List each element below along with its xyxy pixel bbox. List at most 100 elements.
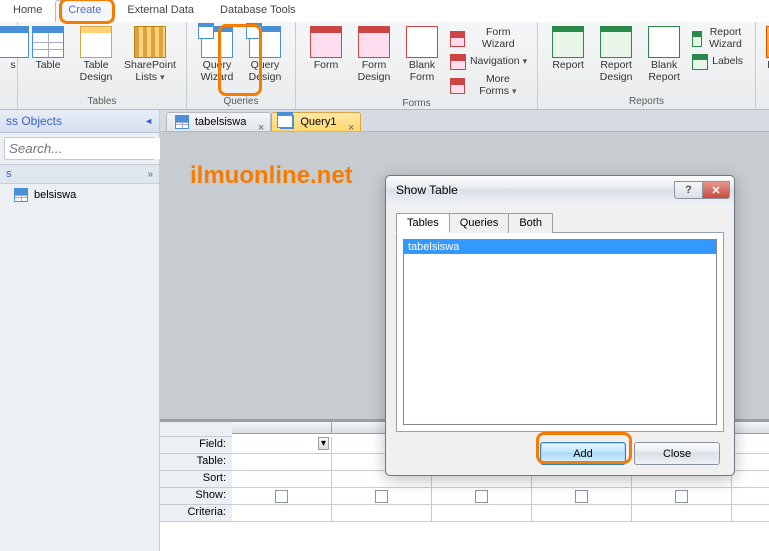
labels-button[interactable]: Labels <box>688 53 749 71</box>
ribbon-toolbar: s Table Table Design SharePoint Lists Ta… <box>0 22 769 110</box>
qgrid-cell[interactable] <box>432 505 532 522</box>
qgrid-cell[interactable] <box>632 505 732 522</box>
nav-collapse-icon[interactable]: ◄ <box>144 116 153 126</box>
report-design-label: Report Design <box>596 60 636 83</box>
dialog-help-button[interactable]: ? <box>674 181 702 199</box>
table-icon <box>14 188 28 202</box>
doc-tab-tabelsiswa[interactable]: tabelsiswa <box>166 112 271 131</box>
table-design-button[interactable]: Table Design <box>72 24 120 85</box>
qgrid-cell[interactable] <box>232 454 332 471</box>
navigation-pane: ss Objects ◄ 🔍 s belsiswa <box>0 110 160 551</box>
sharepoint-lists-button[interactable]: SharePoint Lists <box>120 24 180 85</box>
group-application-parts: s <box>0 22 18 109</box>
blank-form-label: Blank Form <box>402 60 442 83</box>
dialog-tab-both[interactable]: Both <box>508 213 553 233</box>
report-wizard-label: Report Wizard <box>706 27 745 50</box>
query-wizard-button[interactable]: Query Wizard <box>193 24 241 85</box>
qgrid-row-table: Table: <box>160 454 232 471</box>
document-tabs: tabelsiswa Query1 <box>160 110 769 132</box>
navigation-icon <box>450 54 466 70</box>
qgrid-cell[interactable] <box>732 471 769 488</box>
tab-home[interactable]: Home <box>0 0 55 22</box>
nav-category-tables[interactable]: s <box>0 164 159 184</box>
doc-tab-query1[interactable]: Query1 <box>271 112 361 131</box>
qgrid-corner <box>160 422 232 437</box>
nav-header[interactable]: ss Objects ◄ <box>0 110 159 133</box>
sharepoint-label: SharePoint Lists <box>124 60 176 83</box>
blank-report-button[interactable]: Blank Report <box>640 24 688 85</box>
dialog-titlebar[interactable]: Show Table ? ✕ <box>386 176 734 204</box>
qgrid-cell[interactable] <box>232 505 332 522</box>
form-design-icon <box>358 26 390 58</box>
qgrid-colhead[interactable] <box>732 422 769 434</box>
qgrid-cell[interactable] <box>332 505 432 522</box>
tab-create[interactable]: Create <box>55 0 114 22</box>
nav-item-label: belsiswa <box>34 189 76 201</box>
query-wizard-label: Query Wizard <box>197 60 237 83</box>
dialog-tab-queries[interactable]: Queries <box>449 213 510 233</box>
blank-form-button[interactable]: Blank Form <box>398 24 446 98</box>
tables-listbox[interactable]: tabelsiswa <box>403 239 717 425</box>
query-design-button[interactable]: Query Design <box>241 24 289 85</box>
doc-tab-label: Query1 <box>300 116 336 128</box>
tab-external-data[interactable]: External Data <box>114 0 207 22</box>
nav-item-tabelsiswa[interactable]: belsiswa <box>0 184 159 206</box>
report-button[interactable]: Report <box>544 24 592 85</box>
group-tables-label: Tables <box>24 96 180 109</box>
table-button[interactable]: Table <box>24 24 72 85</box>
form-design-button[interactable]: Form Design <box>350 24 398 98</box>
application-parts-label: s <box>10 60 15 72</box>
dialog-tabcontrol: Tables Queries Both tabelsiswa <box>396 212 724 432</box>
qgrid-cell[interactable] <box>232 437 332 454</box>
dialog-tab-tables[interactable]: Tables <box>396 213 450 233</box>
qgrid-show-checkbox[interactable] <box>232 488 332 505</box>
table-label: Table <box>35 60 60 72</box>
tab-database-tools[interactable]: Database Tools <box>207 0 309 22</box>
qgrid-show-checkbox[interactable] <box>332 488 432 505</box>
dialog-close-button[interactable]: ✕ <box>702 181 730 199</box>
form-button[interactable]: Form <box>302 24 350 98</box>
group-macros-label <box>762 96 769 109</box>
qgrid-show-checkbox[interactable] <box>432 488 532 505</box>
list-item[interactable]: tabelsiswa <box>404 240 716 254</box>
qgrid-cell[interactable] <box>532 505 632 522</box>
qgrid-show-checkbox[interactable] <box>632 488 732 505</box>
qgrid-show-checkbox[interactable] <box>732 488 769 505</box>
report-wizard-button[interactable]: Report Wizard <box>688 26 749 51</box>
navigation-button[interactable]: Navigation <box>446 53 531 71</box>
chevron-icon <box>143 168 153 180</box>
sharepoint-icon <box>134 26 166 58</box>
nav-header-label: ss Objects <box>6 114 62 128</box>
more-forms-button[interactable]: More Forms <box>446 73 531 98</box>
nav-search: 🔍 <box>4 137 155 160</box>
group-macros: Macro <box>756 22 769 109</box>
macro-button[interactable]: Macro <box>762 24 769 74</box>
form-wizard-button[interactable]: Form Wizard <box>446 26 531 51</box>
nav-category-label: s <box>6 168 12 180</box>
qgrid-cell[interactable] <box>732 437 769 454</box>
form-wizard-icon <box>450 31 465 47</box>
add-button[interactable]: Add <box>540 442 626 465</box>
blank-form-icon <box>406 26 438 58</box>
labels-label: Labels <box>712 56 743 68</box>
qgrid-cell[interactable] <box>732 454 769 471</box>
qgrid-cell[interactable] <box>732 505 769 522</box>
report-design-button[interactable]: Report Design <box>592 24 640 85</box>
group-app-label <box>6 96 11 109</box>
more-forms-icon <box>450 78 465 94</box>
qgrid-row-show: Show: <box>160 488 232 505</box>
form-wizard-label: Form Wizard <box>469 27 527 50</box>
close-button[interactable]: Close <box>634 442 720 465</box>
qgrid-cell[interactable] <box>232 471 332 488</box>
qgrid-row-criteria: Criteria: <box>160 505 232 522</box>
qgrid-show-checkbox[interactable] <box>532 488 632 505</box>
labels-icon <box>692 54 708 70</box>
report-wizard-icon <box>692 31 702 47</box>
blank-report-icon <box>648 26 680 58</box>
table-icon <box>32 26 64 58</box>
group-queries: Query Wizard Query Design Queries <box>187 22 296 109</box>
qgrid-colhead[interactable] <box>232 422 332 434</box>
report-label: Report <box>552 60 584 72</box>
ribbon-tabs: Home Create External Data Database Tools <box>0 0 769 22</box>
navigation-label: Navigation <box>470 56 527 68</box>
